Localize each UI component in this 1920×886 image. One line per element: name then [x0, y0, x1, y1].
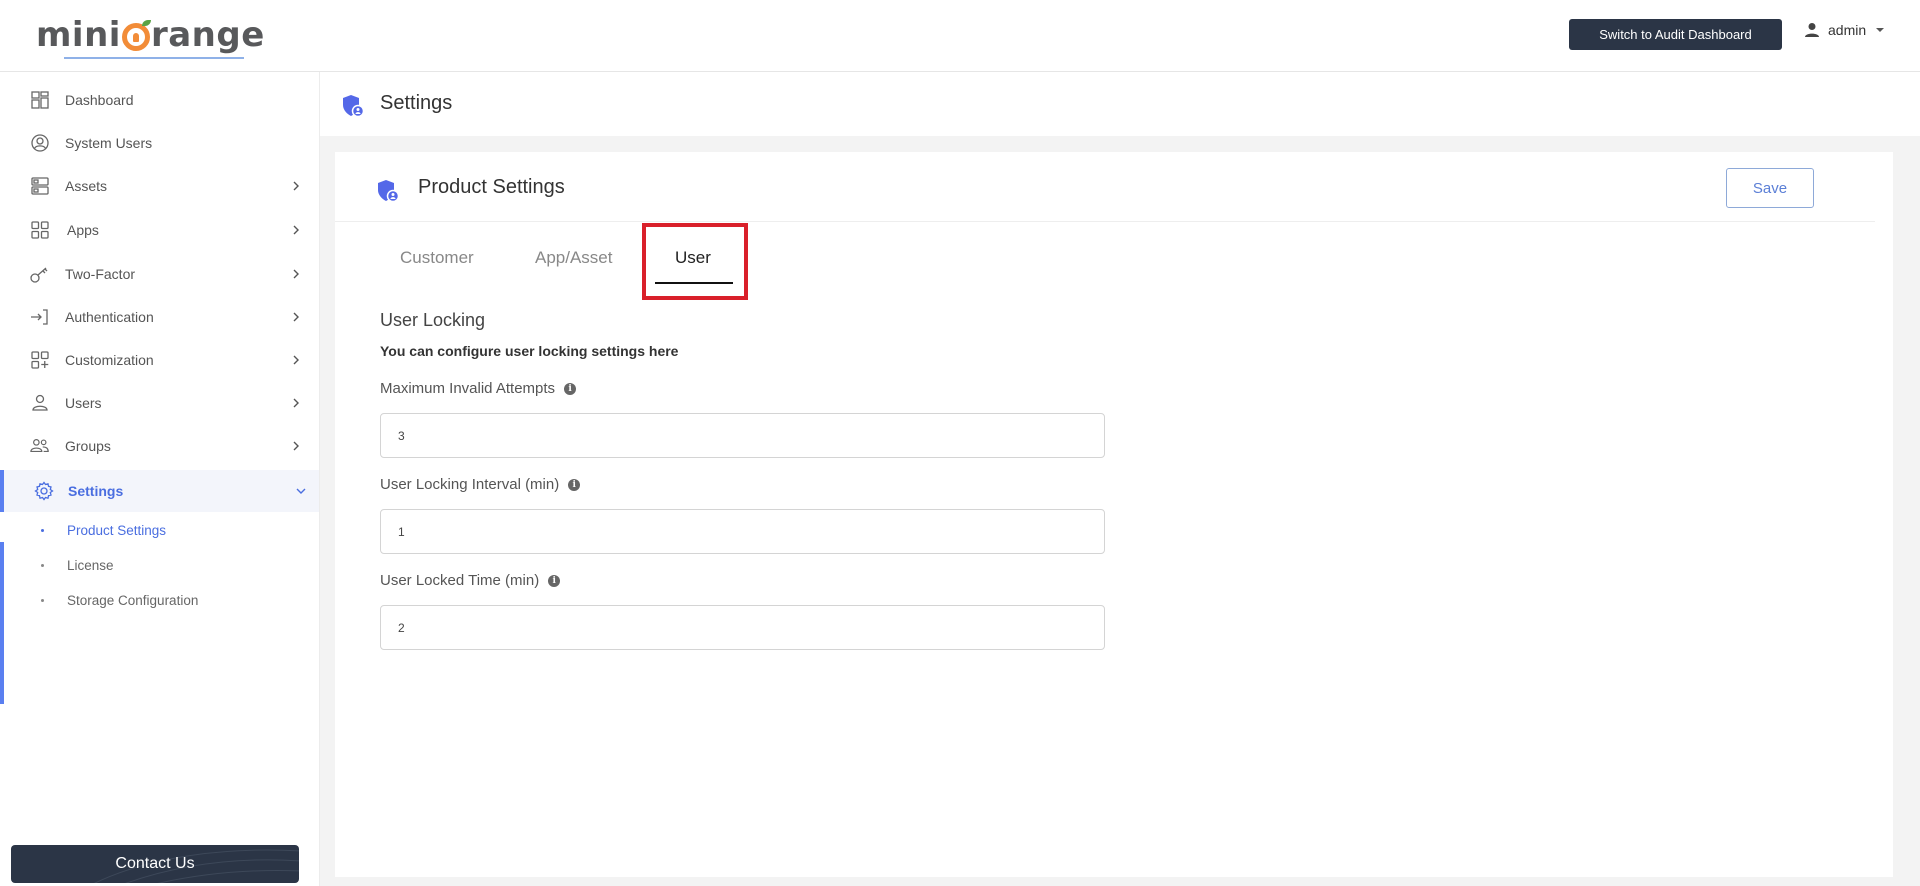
sidebar-item-label: Authentication [65, 309, 154, 325]
person-icon [1805, 23, 1819, 37]
customization-icon [30, 350, 50, 370]
contact-us-button[interactable]: Contact Us [11, 845, 299, 883]
bullet-icon [41, 598, 44, 602]
sidebar-item-authentication[interactable]: Authentication [0, 296, 319, 338]
dashboard-icon [30, 90, 50, 110]
sidebar: Dashboard System Users Assets Apps Two-F… [0, 72, 320, 886]
sidebar-item-customization[interactable]: Customization [0, 339, 319, 381]
user-icon [30, 393, 50, 413]
chevron-right-icon [293, 269, 299, 279]
chevron-right-icon [293, 225, 299, 235]
card-title: Product Settings [418, 176, 565, 198]
main-content: Settings Product Settings Save Customer … [320, 72, 1920, 886]
sidebar-item-label: Groups [65, 438, 111, 454]
card-header: Product Settings Save [335, 152, 1875, 222]
info-icon[interactable]: i [568, 478, 581, 491]
max-invalid-attempts-input[interactable] [380, 413, 1105, 458]
chevron-right-icon [293, 355, 299, 365]
miniorange-logo[interactable]: mini range [36, 10, 265, 60]
contact-us-label: Contact Us [115, 855, 195, 872]
caret-down-icon [1876, 28, 1885, 32]
logo-underline [64, 57, 244, 59]
field-label-user-locked-time: User Locked Time (min) i [380, 572, 561, 589]
sidebar-item-label: Two-Factor [65, 266, 136, 282]
sidebar-item-assets[interactable]: Assets [0, 165, 319, 207]
chevron-right-icon [293, 441, 299, 451]
assets-icon [30, 176, 50, 196]
page-title: Settings [380, 92, 453, 114]
chevron-down-icon [296, 488, 306, 494]
sidebar-item-dashboard[interactable]: Dashboard [0, 79, 319, 121]
submenu-item-label: License [67, 557, 114, 573]
submenu-item-label: Storage Configuration [67, 592, 199, 608]
shield-user-icon [378, 180, 399, 203]
user-locked-time-input[interactable] [380, 605, 1105, 650]
sidebar-item-label: Apps [67, 222, 99, 238]
info-icon[interactable]: i [548, 574, 561, 587]
user-locking-interval-input[interactable] [380, 509, 1105, 554]
shield-user-icon [343, 95, 364, 118]
sidebar-item-label: Dashboard [65, 92, 134, 108]
login-icon [30, 307, 50, 327]
chevron-right-icon [293, 312, 299, 322]
info-icon[interactable]: i [564, 382, 577, 395]
submenu-item-license[interactable]: License [0, 550, 319, 580]
tab-app-asset[interactable]: App/Asset [535, 248, 613, 268]
page-header: Settings [320, 72, 1920, 136]
bullet-icon [41, 563, 44, 567]
sidebar-item-apps[interactable]: Apps [0, 209, 319, 251]
tab-customer[interactable]: Customer [400, 248, 474, 268]
switch-to-audit-dashboard-button[interactable]: Switch to Audit Dashboard [1569, 19, 1782, 50]
submenu-item-label: Product Settings [67, 522, 167, 538]
logo-text-post: range [150, 15, 265, 55]
sidebar-item-label: Users [65, 395, 102, 411]
section-description: You can configure user locking settings … [380, 343, 679, 359]
sidebar-item-label: Assets [65, 178, 108, 194]
bullet-icon [41, 528, 44, 532]
groups-icon [30, 436, 50, 456]
gear-icon [34, 481, 54, 501]
submenu-item-product-settings[interactable]: Product Settings [0, 515, 319, 545]
sidebar-item-label: Customization [65, 352, 154, 368]
field-label-user-locking-interval: User Locking Interval (min) i [380, 476, 581, 493]
apps-grid-icon [30, 220, 50, 240]
user-name: admin [1828, 22, 1867, 38]
user-menu[interactable]: admin [1804, 22, 1885, 38]
sidebar-item-settings[interactable]: Settings [0, 470, 319, 512]
sidebar-item-users[interactable]: Users [0, 382, 319, 424]
sidebar-item-system-users[interactable]: System Users [0, 122, 319, 164]
section-title: User Locking [380, 310, 486, 330]
sidebar-item-groups[interactable]: Groups [0, 425, 319, 467]
key-icon [30, 264, 50, 284]
sidebar-item-two-factor[interactable]: Two-Factor [0, 253, 319, 295]
sidebar-item-label: System Users [65, 135, 153, 151]
product-settings-card: Product Settings Save Customer App/Asset… [335, 152, 1893, 877]
save-button[interactable]: Save [1726, 168, 1814, 208]
highlight-annotation-box [642, 223, 748, 300]
submenu-item-storage-configuration[interactable]: Storage Configuration [0, 585, 319, 615]
chevron-right-icon [293, 398, 299, 408]
top-header: mini range Switch to Audit Dashboard adm… [0, 0, 1920, 72]
logo-text-pre: mini [36, 15, 121, 55]
settings-tabs: Customer App/Asset User [335, 222, 1875, 300]
sidebar-item-label: Settings [68, 483, 124, 499]
user-circle-icon [30, 133, 50, 153]
logo-lock-icon [121, 20, 151, 51]
chevron-right-icon [293, 181, 299, 191]
field-label-max-invalid-attempts: Maximum Invalid Attempts i [380, 380, 577, 397]
